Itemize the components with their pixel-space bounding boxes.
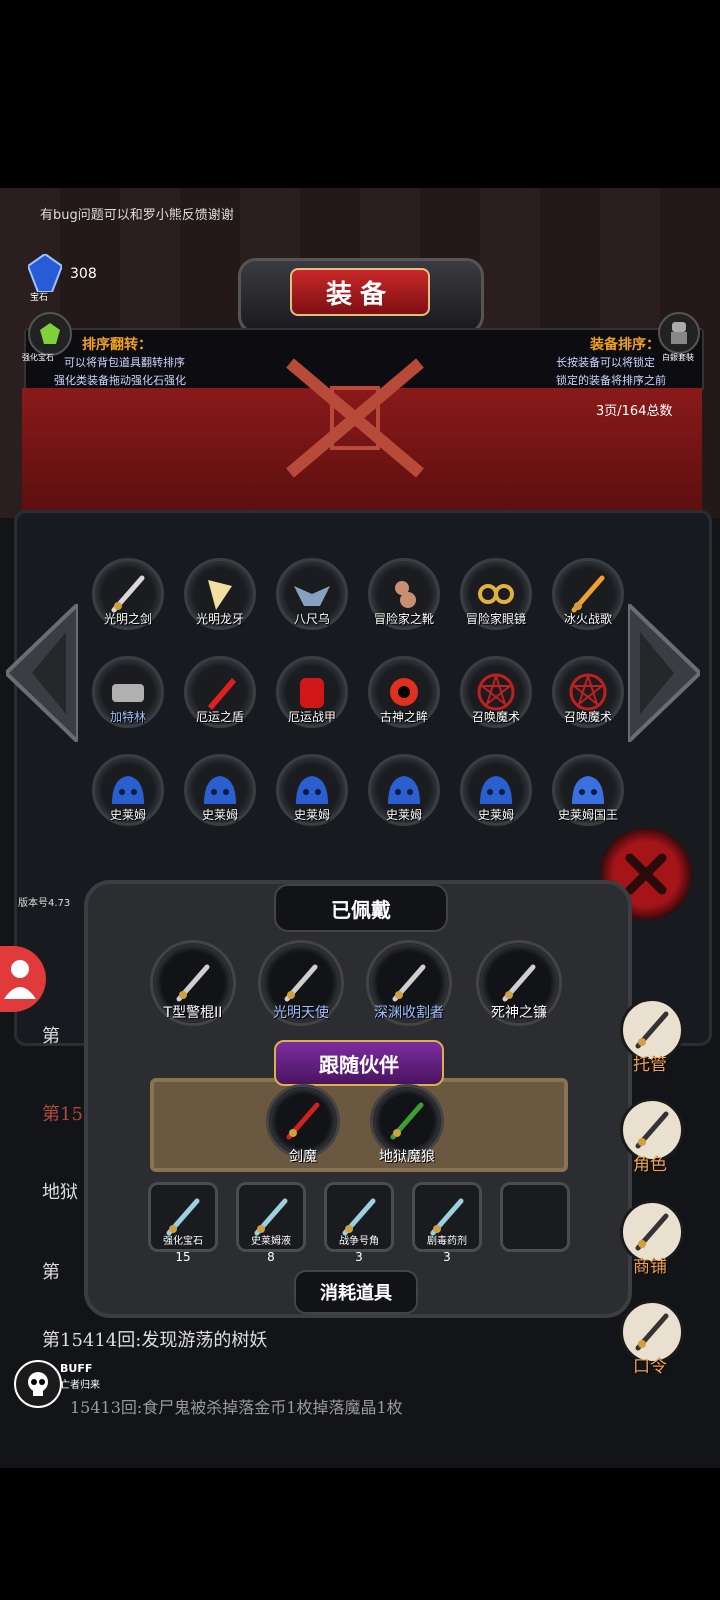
companion-title: 跟随伙伴	[274, 1040, 444, 1086]
skull-icon	[28, 1372, 48, 1396]
inventory-slot-label: 史莱姆	[201, 808, 238, 822]
gem-count: 308	[70, 266, 97, 282]
inventory-slot-label: 厄运战甲	[287, 710, 336, 724]
companion-label: 地狱魔狼	[379, 1149, 435, 1165]
enhance-gem-badge[interactable]	[28, 312, 72, 356]
inventory-slot-label: 光明龙牙	[195, 612, 244, 626]
inventory-slot-label: 冒险家之靴	[373, 612, 434, 626]
consumable-label: 剧毒药剂	[427, 1236, 467, 1247]
next-page-arrow-icon[interactable]	[628, 604, 700, 742]
inventory-slot-label: 史莱姆	[477, 808, 514, 822]
scroll-icon	[635, 1313, 669, 1351]
inventory-slot-label: 厄运之盾	[195, 710, 244, 724]
scythe-icon	[502, 964, 536, 1002]
green-gem-icon	[40, 323, 60, 344]
hooded-figure-icon	[635, 1111, 669, 1149]
inventory-slot-label: 冰火战歌	[563, 612, 612, 626]
consumable-count: 3	[355, 1250, 363, 1264]
inventory-slot-label: 古神之眸	[379, 710, 428, 724]
inventory-slot-label: 召唤魔术	[471, 710, 520, 724]
side-button-label: 托管	[633, 1055, 667, 1075]
version-label: 版本号4.73	[18, 898, 71, 909]
inventory-slot-label: 冒险家眼镜	[465, 612, 526, 626]
equipped-slot-label: 光明天使	[273, 1005, 329, 1021]
equip-sort-title: 装备排序：	[590, 337, 660, 353]
companion-label: 剑魔	[289, 1149, 317, 1165]
prev-page-arrow-icon[interactable]	[6, 604, 78, 742]
consumables-title: 消耗道具	[294, 1270, 418, 1314]
log-line-1: 第15414回:发现游荡的树妖	[42, 1330, 268, 1351]
sort-flip-line-2: 强化类装备拖动强化石强化	[54, 374, 186, 387]
dice-icon	[635, 1011, 669, 1049]
side-button-label: 口令	[633, 1357, 667, 1377]
inventory-slot-label: 八尺乌	[293, 612, 330, 626]
equip-sort-line-1: 长按装备可以将锁定	[556, 356, 655, 369]
inventory-slot-label: 史莱姆国王	[557, 808, 618, 822]
log-partial-1: 第	[42, 1026, 60, 1047]
silver-set-badge-label: 白銀套裝	[662, 353, 694, 362]
person-icon	[4, 960, 36, 999]
sword-demon-icon	[286, 1102, 320, 1140]
buff-subtitle: 亡者归来	[60, 1380, 100, 1391]
page-indicator: 3页/164总数	[596, 404, 673, 419]
buff-badge[interactable]	[14, 1360, 62, 1408]
empty-consumable-slot[interactable]	[500, 1182, 570, 1252]
consumable-label: 史莱姆液	[251, 1236, 291, 1247]
hell-wolf-icon	[390, 1102, 424, 1140]
consumable-label: 战争号角	[339, 1236, 379, 1247]
inventory-slot-label: 加特林	[109, 710, 146, 724]
log-partial-2: 第15	[42, 1104, 83, 1125]
sort-flip-line-1: 可以将背包道具翻转排序	[64, 356, 185, 369]
log-line-2: 15413回:食尸鬼被杀掉落金币1枚掉落魔晶1枚	[70, 1398, 403, 1417]
equipped-slot-label: 深渊收割者	[374, 1005, 444, 1021]
buff-title: BUFF	[60, 1362, 93, 1375]
consumable-count: 3	[443, 1250, 451, 1264]
game-screen: 有bug问题可以和罗小熊反馈谢谢 308 宝石 装备 强化宝石 白銀套裝 排序翻…	[0, 188, 720, 1468]
equipped-title: 已佩戴	[274, 884, 448, 932]
inventory-slot-label: 史莱姆	[385, 808, 422, 822]
knight-armor-icon	[671, 322, 687, 344]
side-button-label: 角色	[633, 1155, 667, 1175]
gem-label: 宝石	[30, 293, 49, 303]
reaper-icon	[392, 964, 426, 1002]
avatar-side-button[interactable]	[0, 946, 46, 1012]
enhance-gem-badge-label: 强化宝石	[22, 353, 54, 362]
consumable-count: 8	[267, 1250, 275, 1264]
inventory-slot-label: 史莱姆	[293, 808, 330, 822]
equipped-slot-label: 死神之镰	[491, 1005, 547, 1021]
crossed-swords-emblem-icon	[286, 358, 424, 478]
silver-set-badge[interactable]	[658, 312, 700, 354]
equip-sort-line-2: 锁定的装备将排序之前	[556, 374, 666, 387]
shop-icon	[635, 1213, 669, 1251]
inventory-slot-label: 光明之剑	[103, 612, 152, 626]
blue-gem-icon	[28, 254, 62, 292]
angel-icon	[284, 964, 318, 1002]
log-partial-4: 第	[42, 1262, 60, 1283]
inventory-slot-label: 史莱姆	[109, 808, 146, 822]
baton-icon	[176, 964, 210, 1002]
inventory-slot-label: 召唤魔术	[563, 710, 612, 724]
equipped-slot-label: T型警棍II	[163, 1005, 223, 1021]
log-partial-3: 地狱	[42, 1182, 78, 1203]
consumable-count: 15	[175, 1250, 191, 1264]
notice-text: 有bug问题可以和罗小熊反馈谢谢	[40, 208, 234, 223]
consumable-label: 强化宝石	[163, 1236, 203, 1247]
sort-flip-title: 排序翻转：	[82, 337, 152, 353]
side-button-label: 商铺	[633, 1257, 667, 1277]
page-title: 装备	[290, 268, 430, 316]
